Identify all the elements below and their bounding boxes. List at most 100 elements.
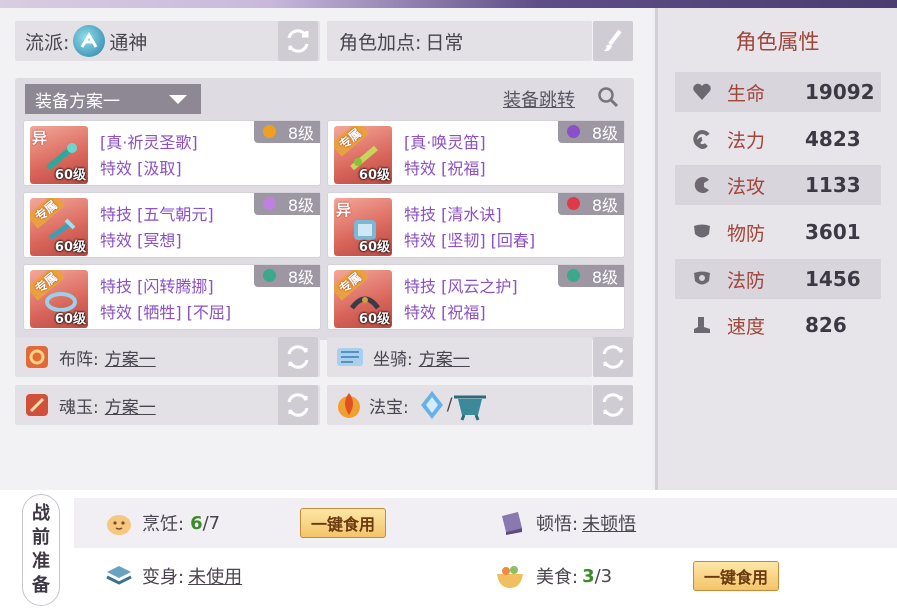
magic-attack-icon: [691, 175, 713, 195]
stat-name: 法攻: [727, 175, 766, 198]
stat-value: 4823: [805, 127, 861, 151]
soul-jade-value[interactable]: 方案一: [105, 393, 156, 418]
cooking-total: /7: [202, 512, 221, 534]
swap-icon: [287, 393, 309, 417]
prep-row-1: 烹饪: 6 /7 一键食用 顿悟: 未顿悟: [74, 498, 897, 548]
stat-value: 1133: [805, 173, 861, 197]
loadout-panel: 流派: 通神 角色加点: 日常 装备方案一 装备跳转 异 60级 [真·祈灵圣歌…: [0, 8, 652, 490]
gem-icon: [263, 125, 276, 138]
equipment-card[interactable]: 专属 60级 特技 [风云之护] 特效 [祝福] 8级: [327, 264, 625, 330]
equipment-line2: 特效 [祝福]: [404, 159, 486, 178]
equipment-icon: 专属 60级: [334, 126, 392, 184]
equipment-icon: 专属 60级: [334, 270, 392, 328]
gem-level: 8级: [287, 268, 314, 287]
equipment-line1: 特技 [风云之护]: [404, 277, 518, 296]
points-edit-button[interactable]: [593, 21, 633, 61]
equipment-level-req: 60级: [54, 168, 86, 183]
bun-icon: [107, 515, 131, 535]
points-row: 角色加点: 日常: [327, 21, 592, 61]
equipment-card[interactable]: 异 60级 [真·祈灵圣歌] 特效 [汲取] 8级: [23, 120, 321, 186]
equipment-card[interactable]: 专属 60级 [真·唤灵笛] 特效 [祝福] 8级: [327, 120, 625, 186]
magic-defense-icon: [691, 270, 713, 288]
equipment-jump-link[interactable]: 装备跳转: [503, 86, 575, 112]
book-icon: [502, 512, 522, 535]
boot-icon: [691, 315, 713, 335]
prep-char: 战: [32, 503, 50, 524]
transform-card-icon: [106, 566, 132, 585]
formation-value[interactable]: 方案一: [105, 345, 156, 370]
mount-row: 坐骑: 方案一: [327, 337, 592, 377]
mount-label: 坐骑:: [373, 349, 413, 370]
prep-char: 准: [32, 551, 50, 572]
cauldron-icon[interactable]: [452, 389, 488, 421]
stat-name: 物防: [727, 222, 766, 245]
equipment-card[interactable]: 异 60级 特技 [清水诀] 特效 [坚韧] [回春] 8级: [327, 192, 625, 258]
scroll-icon: [337, 348, 363, 366]
sect-row: 流派: 通神: [15, 21, 320, 61]
gem-icon: [567, 197, 580, 210]
mount-value[interactable]: 方案一: [419, 345, 470, 370]
battle-prep-tag: 战 前 准 备: [22, 494, 60, 606]
stat-row-hp: 生命 19092: [675, 72, 881, 112]
stat-name: 生命: [727, 82, 766, 105]
attributes-title: 角色属性: [735, 30, 820, 54]
food-eat-button[interactable]: 一键食用: [693, 561, 780, 591]
gem-icon: [567, 125, 580, 138]
sect-switch-button[interactable]: [278, 21, 318, 61]
equipment-level-req: 60级: [54, 312, 86, 327]
enlightenment-value[interactable]: 未顿悟: [582, 510, 636, 536]
treasure-row: 法宝: /: [327, 385, 592, 425]
equipment-card[interactable]: 专属 60级 特技 [五气朝元] 特效 [冥想] 8级: [23, 192, 321, 258]
transform-value[interactable]: 未使用: [188, 563, 242, 589]
prep-row-2: 变身: 未使用 美食: 3 /3 一键食用: [74, 551, 897, 601]
plan-name: 装备方案一: [35, 91, 120, 112]
equipment-line1: 特技 [清水诀]: [404, 205, 502, 224]
search-icon[interactable]: [597, 86, 619, 108]
equipment-level-req: 60级: [54, 240, 86, 255]
battle-prep-panel: 战 前 准 备 烹饪: 6 /7 一键食用 顿悟: 未顿悟 变身: 未使用 美食…: [0, 490, 897, 611]
soul-jade-icon: [26, 394, 48, 416]
stat-row-mp: 法力 4823: [675, 119, 881, 159]
armor-icon: [691, 223, 713, 241]
stat-row-magic-defense: 法防 1456: [675, 259, 881, 299]
food-item: 美食: 3 /3: [494, 562, 612, 590]
gem-icon: [263, 269, 276, 282]
brush-icon: [604, 29, 622, 52]
treasure-switch-button[interactable]: [593, 385, 633, 425]
equipment-plan-dropdown[interactable]: 装备方案一: [25, 84, 201, 114]
stat-name: 速度: [727, 315, 766, 338]
equipment-line2: 特效 [牺牲] [不屈]: [100, 303, 232, 322]
crystal-icon[interactable]: [417, 389, 447, 421]
prep-char: 前: [32, 527, 50, 548]
attributes-panel: 角色属性 生命 19092 法力 4823 法攻 1133 物防 3601 法防…: [655, 8, 897, 490]
swap-icon: [287, 29, 309, 53]
soul-jade-label: 魂玉:: [59, 397, 99, 418]
equipment-card[interactable]: 专属 60级 特技 [闪转腾挪] 特效 [牺牲] [不屈] 8级: [23, 264, 321, 330]
equipment-line2: 特效 [汲取]: [100, 159, 182, 178]
soul-jade-switch-button[interactable]: [278, 385, 318, 425]
sect-icon: [73, 25, 106, 57]
transform-label: 变身:: [142, 567, 185, 588]
mount-switch-button[interactable]: [593, 337, 633, 377]
treasure-label: 法宝:: [369, 397, 409, 418]
equipment-line2: 特效 [冥想]: [100, 231, 182, 250]
stat-row-speed: 速度 826: [675, 305, 881, 345]
formation-icon: [26, 346, 48, 368]
equipment-level-req: 60级: [358, 168, 390, 183]
stat-name: 法防: [727, 269, 766, 292]
chevron-down-icon: [169, 95, 187, 104]
food-bowl-icon: [497, 566, 523, 588]
enlightenment-item: 顿悟: 未顿悟: [498, 510, 636, 536]
stat-value: 1456: [805, 267, 861, 291]
equipment-line1: [真·唤灵笛]: [404, 133, 486, 152]
gem-level: 8级: [591, 268, 618, 287]
stat-name: 法力: [727, 129, 766, 152]
equipment-icon: 专属 60级: [30, 270, 88, 328]
equipment-level-req: 60级: [358, 312, 390, 327]
gem-icon: [567, 269, 580, 282]
swirl-icon: [691, 129, 713, 149]
formation-switch-button[interactable]: [278, 337, 318, 377]
equipment-area: 装备方案一 装备跳转 异 60级 [真·祈灵圣歌] 特效 [汲取] 8级 专属 …: [15, 78, 634, 340]
equipment-line1: 特技 [闪转腾挪]: [100, 277, 214, 296]
cooking-eat-button[interactable]: 一键食用: [300, 508, 387, 538]
